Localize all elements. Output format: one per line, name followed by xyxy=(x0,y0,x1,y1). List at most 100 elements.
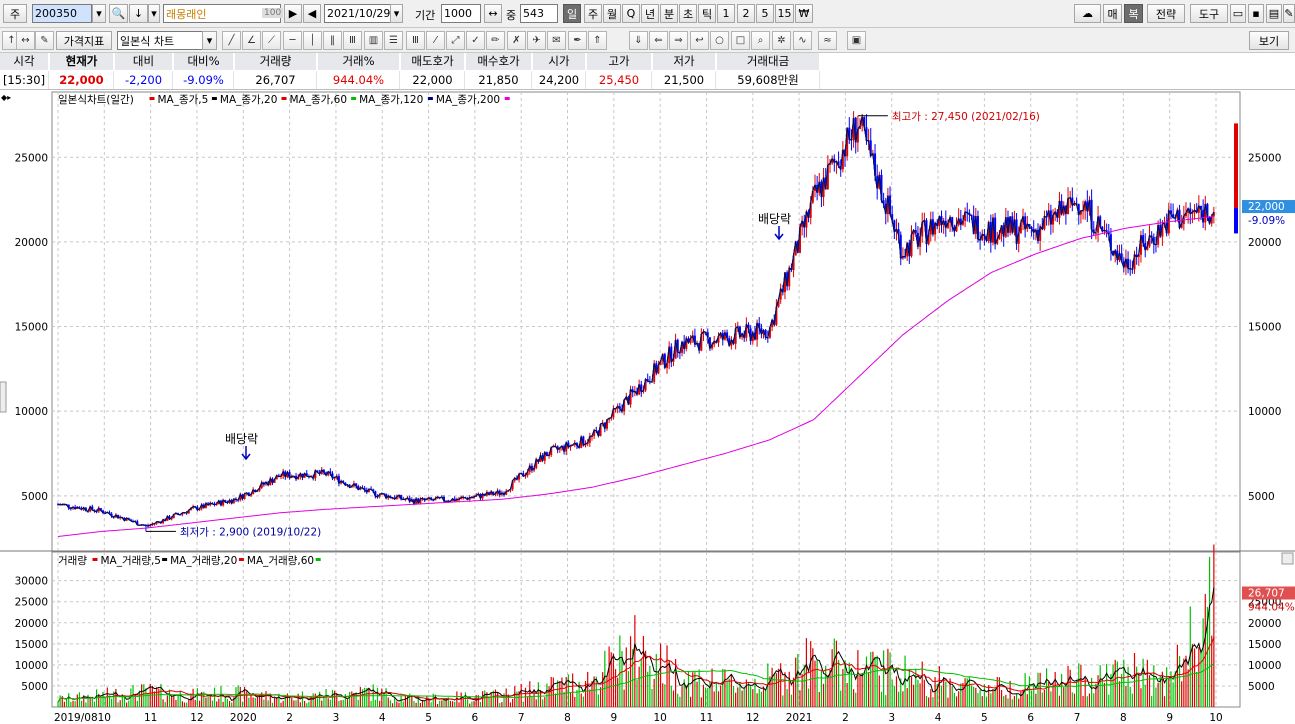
volume-bar xyxy=(552,677,554,707)
code-dropdown-icon[interactable]: ▾ xyxy=(92,4,106,23)
volume-bar xyxy=(687,671,690,707)
date-input[interactable]: 2021/10/29 xyxy=(324,4,392,23)
draw-tool-21-icon[interactable]: ⇒ xyxy=(669,31,688,50)
draw-tool-14-icon[interactable]: ✗ xyxy=(507,31,526,50)
tab-period-3[interactable]: Q xyxy=(622,4,640,23)
calendar-dropdown-icon[interactable]: ▾ xyxy=(390,4,403,23)
tab-period-0[interactable]: 일 xyxy=(563,4,581,23)
tab-period-6[interactable]: 초 xyxy=(679,4,697,23)
chart-type-select[interactable]: 일본식 차트 xyxy=(117,31,205,50)
zoom-input[interactable]: 543 xyxy=(520,4,558,23)
quote-value-1: 22,000 xyxy=(50,71,114,89)
draw-tool-13-icon[interactable]: ✏ xyxy=(486,31,505,50)
tab-period-12[interactable]: ₩ xyxy=(795,4,813,23)
volume-bar xyxy=(670,685,672,707)
sort-icon[interactable]: ↓ xyxy=(129,4,148,23)
tab-period-9[interactable]: 2 xyxy=(737,4,755,23)
view-button[interactable]: 보기 xyxy=(1249,31,1289,50)
draw-tool-7-icon[interactable]: ▥ xyxy=(364,31,383,50)
draw-tool-9-icon[interactable]: Ⅲ xyxy=(406,31,425,50)
draw-tool-6-icon[interactable]: Ⅲ xyxy=(343,31,362,50)
price-legend-item: MA_종가,60 xyxy=(290,94,348,106)
draw-tool-25-icon[interactable]: ⌕ xyxy=(751,31,770,50)
tab-period-7[interactable]: 틱 xyxy=(698,4,716,23)
volume-bar xyxy=(784,672,786,707)
draw-tool-24-icon[interactable]: □ xyxy=(731,31,750,50)
tab-period-8[interactable]: 1 xyxy=(717,4,735,23)
stock-code-input[interactable]: 200350 xyxy=(32,4,92,23)
volume-bar xyxy=(466,699,469,707)
tools-button[interactable]: 도구 xyxy=(1190,4,1228,23)
x-axis-label: 11 xyxy=(144,712,157,724)
volume-bar xyxy=(1118,681,1121,707)
volume-bar xyxy=(488,697,490,707)
volume-bar xyxy=(855,692,857,707)
price-indicator-button[interactable]: 가격지표 xyxy=(56,31,112,50)
tab-period-4[interactable]: 년 xyxy=(641,4,659,23)
volume-bar xyxy=(271,702,274,707)
draw-tool-17-icon[interactable]: ✒ xyxy=(568,31,587,50)
stock-chart[interactable]: 5000 500010000 1000015000 1500020000 2000025… xyxy=(0,90,1295,724)
tab-period-1[interactable]: 주 xyxy=(584,4,602,23)
multi-button[interactable]: 복 xyxy=(1124,4,1143,23)
draw-tool-10-icon[interactable]: ⁄ xyxy=(426,31,445,50)
draw-tool-28-icon[interactable]: ≈ xyxy=(818,31,837,50)
draw-tool-26-icon[interactable]: ✲ xyxy=(772,31,791,50)
period-input[interactable]: 1000 xyxy=(441,4,481,23)
draw-tool-8-icon[interactable]: ☰ xyxy=(384,31,403,50)
edit-icon[interactable]: ✎ xyxy=(35,31,54,50)
volume-bar xyxy=(996,676,998,707)
draw-tool-29-icon[interactable]: ▣ xyxy=(847,31,866,50)
draw-tool-15-icon[interactable]: ✈ xyxy=(527,31,546,50)
next-icon[interactable]: ▶ xyxy=(284,4,302,23)
volume-bar xyxy=(1138,674,1140,707)
volume-bar xyxy=(895,676,898,707)
cloud-icon[interactable]: ☁ xyxy=(1074,4,1101,23)
draw-tool-23-icon[interactable]: ○ xyxy=(710,31,729,50)
draw-tool-2-icon[interactable]: ⟋ xyxy=(262,31,281,50)
tab-period-11[interactable]: 15 xyxy=(775,4,794,23)
folder-icon[interactable]: ▭ xyxy=(1230,4,1246,23)
tab-period-5[interactable]: 분 xyxy=(660,4,678,23)
chart-type-dropdown-icon[interactable]: ▾ xyxy=(202,31,217,50)
volume-bar xyxy=(1101,679,1103,707)
draw-tool-3-icon[interactable]: ─ xyxy=(283,31,302,50)
volume-bar xyxy=(713,691,715,707)
prev-icon[interactable]: ◀ xyxy=(303,4,321,23)
search-icon[interactable]: 🔍 xyxy=(109,4,128,23)
volume-bar xyxy=(1129,686,1131,707)
print-icon[interactable]: ▤ xyxy=(1266,4,1282,23)
draw-tool-18-icon[interactable]: ⇑ xyxy=(588,31,607,50)
save-icon[interactable]: ▪ xyxy=(1248,4,1264,23)
volume-bar xyxy=(205,697,207,707)
settings-icon[interactable]: ✎ xyxy=(1283,4,1295,23)
draw-tool-20-icon[interactable]: ⇐ xyxy=(649,31,668,50)
draw-tool-1-icon[interactable]: ∠ xyxy=(242,31,261,50)
draw-tool-11-icon[interactable]: ⤢ xyxy=(446,31,465,50)
volume-bar xyxy=(306,703,308,707)
draw-tool-22-icon[interactable]: ↩ xyxy=(690,31,709,50)
draw-tool-5-icon[interactable]: ‖ xyxy=(323,31,342,50)
volume-legend-swatch xyxy=(92,558,98,561)
strategy-button[interactable]: 전략 xyxy=(1147,4,1185,23)
zoom-icon[interactable]: ↔ xyxy=(484,4,502,23)
volume-bar xyxy=(1202,618,1204,707)
arrow-lr-icon[interactable]: ↔ xyxy=(16,31,35,50)
volume-bar xyxy=(1144,684,1146,707)
market-type-button[interactable]: 주 xyxy=(3,4,27,23)
tab-period-2[interactable]: 월 xyxy=(603,4,621,23)
volume-bar xyxy=(647,671,649,707)
draw-tool-0-icon[interactable]: ╱ xyxy=(222,31,241,50)
draw-tool-12-icon[interactable]: ✓ xyxy=(466,31,485,50)
buy-sell-button[interactable]: 매 xyxy=(1103,4,1122,23)
x-axis-label: 4 xyxy=(379,712,386,724)
draw-tool-4-icon[interactable]: │ xyxy=(303,31,322,50)
volume-bar xyxy=(119,700,121,707)
draw-tool-16-icon[interactable]: ✉ xyxy=(547,31,566,50)
tab-period-10[interactable]: 5 xyxy=(756,4,774,23)
draw-tool-19-icon[interactable]: ⇓ xyxy=(629,31,648,50)
volume-bar xyxy=(398,702,400,707)
sort-dropdown-icon[interactable]: ▾ xyxy=(148,4,160,23)
quote-header-2: 대비 xyxy=(115,53,173,70)
draw-tool-27-icon[interactable]: ∿ xyxy=(793,31,812,50)
